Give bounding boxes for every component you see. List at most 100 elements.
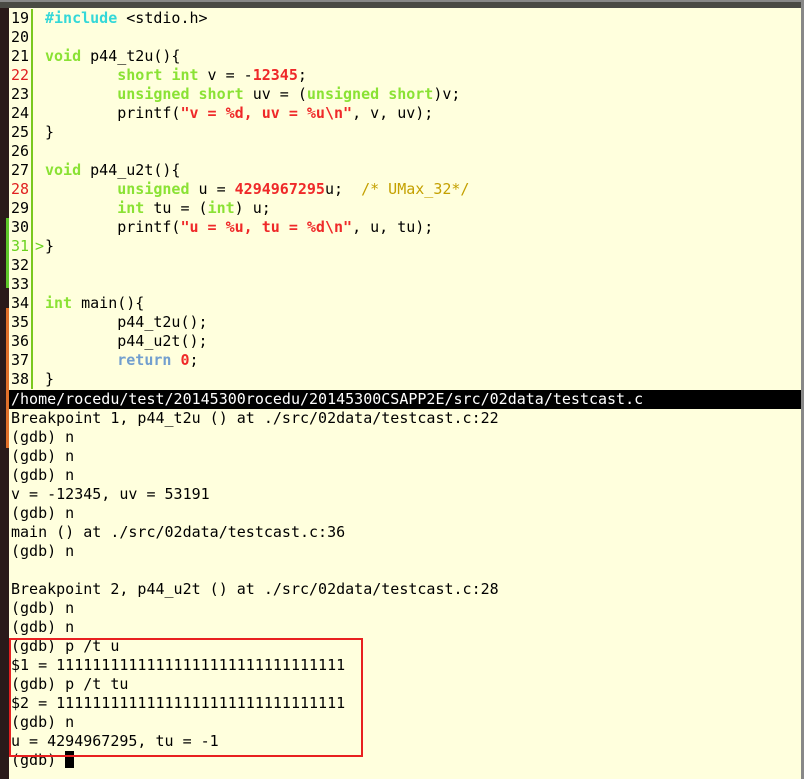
gdb-output-line: (gdb) n	[11, 428, 75, 446]
code-token: ;	[189, 351, 199, 369]
code-token: short	[198, 85, 244, 103]
code-token: "v = %d, uv = %u\n"	[180, 104, 353, 122]
line-number[interactable]: 32	[9, 256, 33, 275]
source-code: unsigned u = 4294967295u; /* UMax_32*/	[33, 180, 469, 198]
source-code	[33, 142, 45, 160]
source-line: 27 void p44_u2t(){	[9, 161, 801, 180]
code-token: p44_u2t();	[45, 332, 208, 350]
line-number[interactable]: 24	[9, 104, 33, 123]
code-token: short	[117, 66, 163, 84]
left-margin-strip	[0, 8, 9, 779]
gdb-output-line: v = -12345, uv = 53191	[11, 485, 210, 503]
code-token: 4294967295	[234, 180, 325, 198]
line-number[interactable]: 25	[9, 123, 33, 142]
code-token: int	[117, 199, 145, 217]
line-number[interactable]: 23	[9, 85, 33, 104]
code-token: uv = (	[243, 85, 307, 103]
code-token: )v;	[433, 85, 461, 103]
line-number[interactable]: 31	[9, 237, 33, 256]
source-code: void p44_t2u(){	[33, 47, 180, 65]
line-number[interactable]: 36	[9, 332, 33, 351]
source-line: 34 int main(){	[9, 294, 801, 313]
code-token: p44_t2u();	[45, 313, 208, 331]
code-token: unsigned	[306, 85, 380, 103]
code-token: , v, uv);	[352, 104, 434, 122]
code-token: int	[171, 66, 199, 84]
gdb-output-line: (gdb) n	[11, 542, 75, 560]
line-number[interactable]: 19	[9, 9, 33, 28]
source-line: 36 p44_u2t();	[9, 332, 801, 351]
line-number[interactable]: 20	[9, 28, 33, 47]
code-token: void	[45, 161, 82, 179]
gdb-output-line: (gdb) n	[11, 618, 75, 636]
source-path-bar: /home/rocedu/test/20145300rocedu/2014530…	[9, 390, 801, 409]
line-number[interactable]: 35	[9, 313, 33, 332]
code-token: v = -	[198, 66, 253, 84]
current-line-arrow-icon: >	[35, 237, 45, 255]
gdb-output-line: main () at ./src/02data/testcast.c:36	[11, 523, 346, 541]
source-line: 28 unsigned u = 4294967295u; /* UMax_32*…	[9, 180, 801, 199]
code-token: }	[45, 370, 55, 388]
source-window[interactable]: 19 #include <stdio.h> 20 21 void p44_t2u(){2…	[9, 9, 801, 389]
source-code: unsigned short uv = (unsigned short)v;	[33, 85, 460, 103]
source-code: int tu = (int) u;	[33, 199, 271, 217]
source-line: 31 >}	[9, 237, 801, 256]
gdb-output-line: (gdb) n	[11, 447, 75, 465]
source-code	[33, 275, 45, 293]
line-number[interactable]: 29	[9, 199, 33, 218]
source-line: 38}	[9, 370, 801, 389]
code-token: printf(	[45, 104, 181, 122]
source-line: 24 printf("v = %d, uv = %u\n", v, uv);	[9, 104, 801, 123]
code-token: int	[45, 294, 73, 312]
source-line: 33	[9, 275, 801, 294]
code-token: p44_u2t(){	[81, 161, 181, 179]
source-line: 37 return 0;	[9, 351, 801, 370]
gdb-output-line: Breakpoint 1, p44_t2u () at ./src/02data…	[11, 409, 499, 427]
code-token: }	[45, 237, 55, 255]
code-token: "u = %u, tu = %d\n"	[180, 218, 353, 236]
source-line: 21 void p44_t2u(){	[9, 47, 801, 66]
source-code: void p44_u2t(){	[33, 161, 180, 179]
source-code	[33, 28, 45, 46]
line-number[interactable]: 37	[9, 351, 33, 370]
code-token: }	[45, 123, 55, 141]
code-token: printf(	[45, 218, 181, 236]
source-line: 19 #include <stdio.h>	[9, 9, 801, 28]
window-top-bar	[0, 0, 804, 8]
source-code: return 0;	[33, 351, 199, 369]
source-line: 29 int tu = (int) u;	[9, 199, 801, 218]
code-token: 12345	[252, 66, 298, 84]
source-line: 20	[9, 28, 801, 47]
code-token: ) u;	[234, 199, 271, 217]
line-number[interactable]: 30	[9, 218, 33, 237]
source-code: #include <stdio.h>	[33, 9, 208, 27]
gdb-output-line: (gdb) n	[11, 504, 75, 522]
line-number[interactable]: 38	[9, 370, 33, 389]
code-token: main(){	[72, 294, 145, 312]
line-number[interactable]: 33	[9, 275, 33, 294]
code-token: unsigned	[117, 180, 190, 198]
line-number[interactable]: 27	[9, 161, 33, 180]
highlight-box	[9, 638, 363, 757]
code-token: int	[207, 199, 235, 217]
code-token: ;	[297, 66, 307, 84]
line-number[interactable]: 34	[9, 294, 33, 313]
line-number[interactable]: 21	[9, 47, 33, 66]
source-line: 22 short int v = -12345;	[9, 66, 801, 85]
source-code: printf("v = %d, uv = %u\n", v, uv);	[33, 104, 433, 122]
source-code: int main(){	[33, 294, 144, 312]
line-number[interactable]: 22	[9, 66, 33, 85]
source-code: }	[33, 370, 54, 388]
source-code: p44_u2t();	[33, 332, 208, 350]
source-code: printf("u = %u, tu = %d\n", u, tu);	[33, 218, 433, 236]
code-token: <stdio.h>	[117, 9, 208, 27]
line-number[interactable]: 26	[9, 142, 33, 161]
line-number[interactable]: 28	[9, 180, 33, 199]
